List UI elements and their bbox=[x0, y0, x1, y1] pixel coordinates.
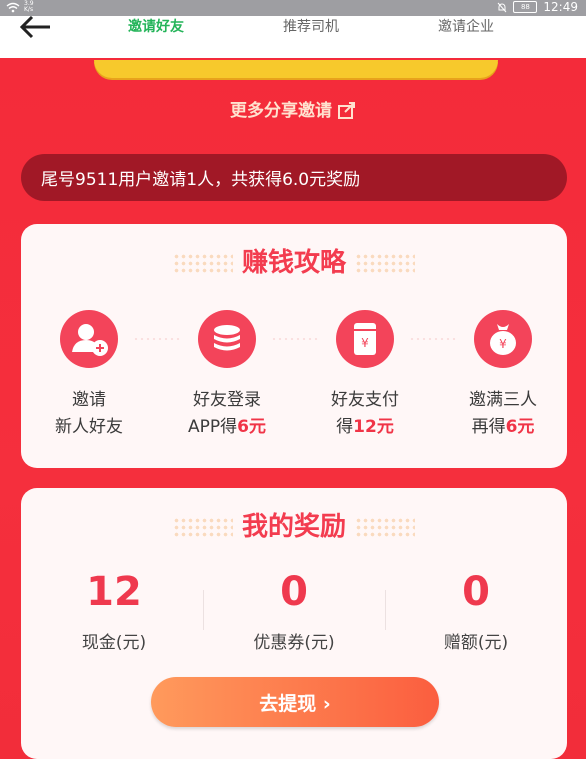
decorative-dots bbox=[355, 252, 416, 275]
withdraw-button[interactable]: 去提现 › bbox=[151, 677, 439, 727]
decorative-dots bbox=[172, 252, 233, 275]
reward-bonus[interactable]: 0 赠额(元) bbox=[396, 570, 556, 653]
share-icon bbox=[338, 102, 355, 119]
wifi-icon bbox=[6, 2, 20, 12]
earning-guide-card: 赚钱攻略 邀请 新人好友 好友登录 APP得6元 ¥ 好友支付 得12元 ¥ 邀… bbox=[21, 224, 567, 468]
back-arrow-icon[interactable] bbox=[18, 16, 54, 46]
step-invite-three: ¥ 邀满三人 再得6元 bbox=[443, 310, 563, 441]
svg-text:¥: ¥ bbox=[361, 336, 369, 350]
decorative-dots bbox=[172, 516, 233, 539]
reward-coupon[interactable]: 0 优惠券(元) bbox=[214, 570, 374, 653]
guide-title: 赚钱攻略 bbox=[21, 242, 567, 279]
tab-invite-company[interactable]: 邀请企业 bbox=[438, 16, 494, 36]
step-friend-pay: ¥ 好友支付 得12元 bbox=[305, 310, 425, 441]
step-invite: 邀请 新人好友 bbox=[29, 310, 149, 441]
divider bbox=[203, 590, 204, 630]
status-bar: 3.9 K/s 88 12:49 bbox=[0, 0, 586, 16]
mute-bell-icon bbox=[498, 2, 507, 12]
money-bag-icon: ¥ bbox=[490, 324, 516, 355]
coins-icon bbox=[214, 325, 240, 351]
decorative-dots bbox=[355, 516, 416, 539]
reward-cash[interactable]: 12 现金(元) bbox=[34, 570, 194, 653]
add-user-icon bbox=[72, 324, 108, 356]
divider bbox=[385, 590, 386, 630]
rewards-title: 我的奖励 bbox=[21, 506, 567, 543]
network-speed: 3.9 K/s bbox=[24, 0, 34, 13]
more-share-link[interactable]: 更多分享邀请 bbox=[0, 96, 586, 121]
reward-notice: 尾号9511用户邀请1人，共获得6.0元奖励 bbox=[21, 154, 567, 201]
invite-button-partial[interactable] bbox=[94, 60, 498, 78]
svg-text:¥: ¥ bbox=[499, 337, 507, 351]
tab-recommend-driver[interactable]: 推荐司机 bbox=[283, 16, 339, 36]
clock: 12:49 bbox=[543, 0, 578, 14]
step-friend-login: 好友登录 APP得6元 bbox=[167, 310, 287, 441]
battery-icon: 88 bbox=[513, 1, 538, 13]
tab-invite-friends[interactable]: 邀请好友 bbox=[128, 16, 184, 36]
yuan-card-icon: ¥ bbox=[354, 323, 376, 355]
top-nav: 邀请好友 推荐司机 邀请企业 bbox=[0, 16, 586, 58]
